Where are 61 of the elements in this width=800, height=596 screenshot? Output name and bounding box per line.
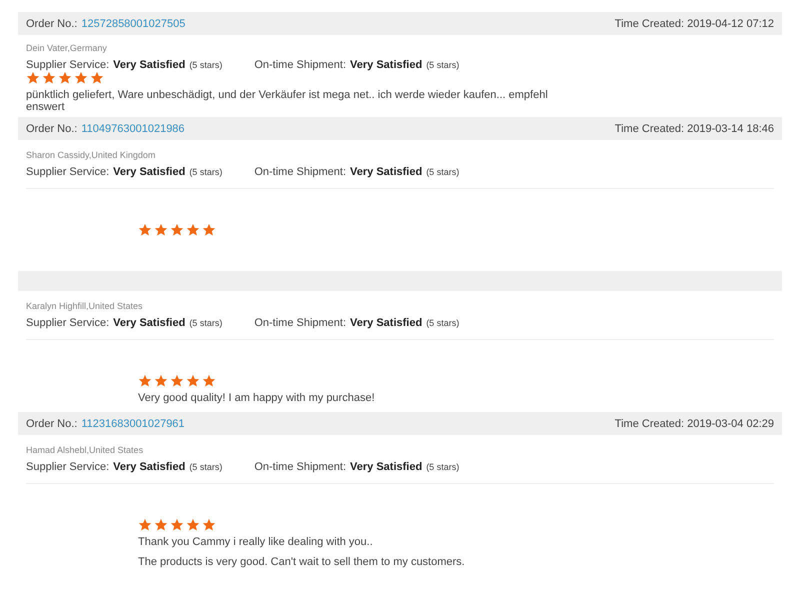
order-label: Order No.: — [26, 418, 78, 430]
star-icon — [170, 223, 184, 237]
rating-label: Supplier Service: — [26, 59, 110, 71]
order-number-link[interactable]: 12572858001027505 — [81, 18, 186, 30]
rating-label: Supplier Service: — [26, 317, 110, 329]
star-icon — [202, 223, 216, 237]
star-icon — [186, 223, 200, 237]
star-icon — [42, 71, 56, 85]
order-label: Order No.: — [26, 122, 78, 134]
rating-note: (5 stars) — [189, 60, 222, 70]
rating-note: (5 stars) — [189, 462, 222, 472]
star-icon — [202, 374, 216, 388]
rating-value: Very Satisfied — [113, 317, 186, 329]
rating-note: (5 stars) — [426, 167, 460, 177]
star-icon — [170, 374, 184, 388]
review-comment: pünktlich geliefert, Ware unbeschädigt, und der Verkäufer ist mega net.. ich werde wieder kaufen... empfehl enswert — [26, 89, 549, 113]
star-icon — [154, 374, 168, 388]
star-icon — [74, 71, 88, 85]
rating-label: On-time Shipment: — [254, 59, 346, 71]
reviewer-name: Hamad Alshebl,United States — [26, 445, 144, 455]
rating-label: Supplier Service: — [26, 461, 110, 473]
rating-note: (5 stars) — [189, 318, 222, 328]
time-created: Time Created: 2019-04-12 07:12 — [614, 18, 774, 30]
review-comment: The products is very good. Can't wait to sell them to my customers. — [138, 556, 466, 568]
rating-value: Very Satisfied — [350, 461, 422, 473]
order-number-link[interactable]: 11049763001021986 — [81, 122, 185, 134]
rating-value: Very Satisfied — [350, 317, 422, 329]
star-icon — [154, 223, 168, 237]
star-icon — [90, 71, 104, 85]
star-icon — [186, 374, 200, 388]
rating-note: (5 stars) — [426, 60, 460, 70]
review-comment: Thank you Cammy i really like dealing with you.. — [138, 536, 374, 548]
time-created: Time Created: 2019-03-14 18:46 — [614, 122, 774, 134]
star-icon — [170, 518, 184, 532]
rating-value: Very Satisfied — [113, 59, 186, 71]
star-icon — [202, 518, 216, 532]
rating-label: On-time Shipment: — [254, 166, 346, 178]
star-icon — [138, 518, 152, 532]
order-label: Order No.: — [26, 18, 78, 30]
reviewer-name: Sharon Cassidy,United Kingdom — [26, 150, 156, 160]
rating-value: Very Satisfied — [113, 166, 186, 178]
star-icon — [154, 518, 168, 532]
rating-value: Very Satisfied — [113, 461, 186, 473]
time-created: Time Created: 2019-03-04 02:29 — [614, 418, 774, 430]
star-icon — [58, 71, 72, 85]
star-icon — [138, 374, 152, 388]
star-icon — [138, 223, 152, 237]
star-icon — [26, 71, 40, 85]
rating-value: Very Satisfied — [350, 59, 422, 71]
order-number-link[interactable]: 11231683001027961 — [81, 418, 185, 430]
rating-note: (5 stars) — [426, 462, 460, 472]
rating-label: On-time Shipment: — [254, 461, 346, 473]
star-icon — [186, 518, 200, 532]
rating-label: Supplier Service: — [26, 166, 110, 178]
rating-note: (5 stars) — [189, 167, 222, 177]
rating-value: Very Satisfied — [350, 166, 422, 178]
review-comment: Very good quality! I am happy with my purchase! — [138, 392, 376, 404]
reviewer-name: Dein Vater,Germany — [26, 43, 108, 53]
reviewer-name: Karalyn Highfill,United States — [26, 301, 144, 311]
rating-label: On-time Shipment: — [254, 317, 346, 329]
rating-note: (5 stars) — [426, 318, 460, 328]
